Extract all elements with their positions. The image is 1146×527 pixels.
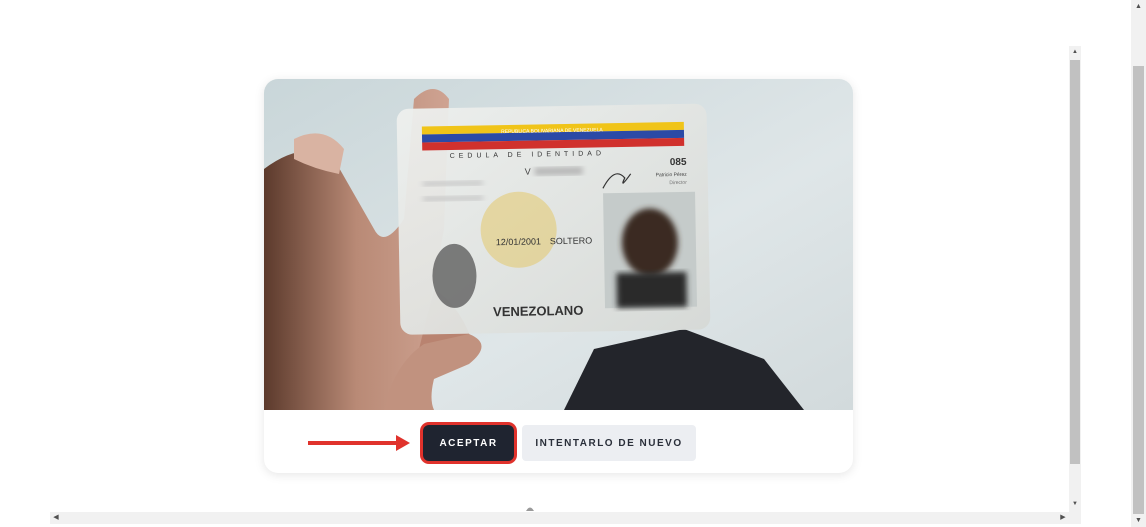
annotation-arrow-icon (308, 435, 410, 451)
signer-name-text: Patricio Pérez (656, 172, 688, 179)
page-vertical-scrollbar[interactable]: ▲ ▼ (1131, 0, 1146, 527)
page-scroll-thumb[interactable] (1133, 66, 1144, 514)
capture-preview-card: REPUBLICA BOLIVARIANA DE VENEZUELA CEDUL… (264, 79, 853, 473)
scroll-down-arrow-icon[interactable]: ▼ (1131, 514, 1146, 527)
frame-scroll-up-icon[interactable]: ▲ (1069, 46, 1081, 58)
scroll-up-arrow-icon[interactable]: ▲ (1131, 0, 1146, 13)
nationality-text: VENEZOLANO (493, 303, 584, 320)
accept-button[interactable]: ACEPTAR (423, 425, 514, 461)
frame-horizontal-scrollbar[interactable]: ◀ ▶ (50, 512, 1081, 524)
frame-scroll-thumb[interactable] (1070, 60, 1080, 464)
frame-scroll-right-icon[interactable]: ▶ (1057, 512, 1069, 524)
frame-scroll-left-icon[interactable]: ◀ (50, 512, 62, 524)
id-card-photo: REPUBLICA BOLIVARIANA DE VENEZUELA CEDUL… (264, 79, 853, 410)
frame-vertical-scrollbar[interactable]: ▲ ▼ (1069, 46, 1081, 512)
card-number-code: 085 (670, 157, 687, 168)
dates-text: 12/01/2001 (496, 236, 541, 247)
civil-status-text: SOLTERO (550, 236, 593, 247)
retry-button[interactable]: INTENTARLO DE NUEVO (522, 425, 696, 461)
scroll-indicator-icon (526, 507, 534, 511)
frame-scroll-down-icon[interactable]: ▼ (1069, 498, 1081, 510)
signer-title-text: Director (669, 180, 687, 186)
id-prefix-text: V (525, 167, 531, 177)
